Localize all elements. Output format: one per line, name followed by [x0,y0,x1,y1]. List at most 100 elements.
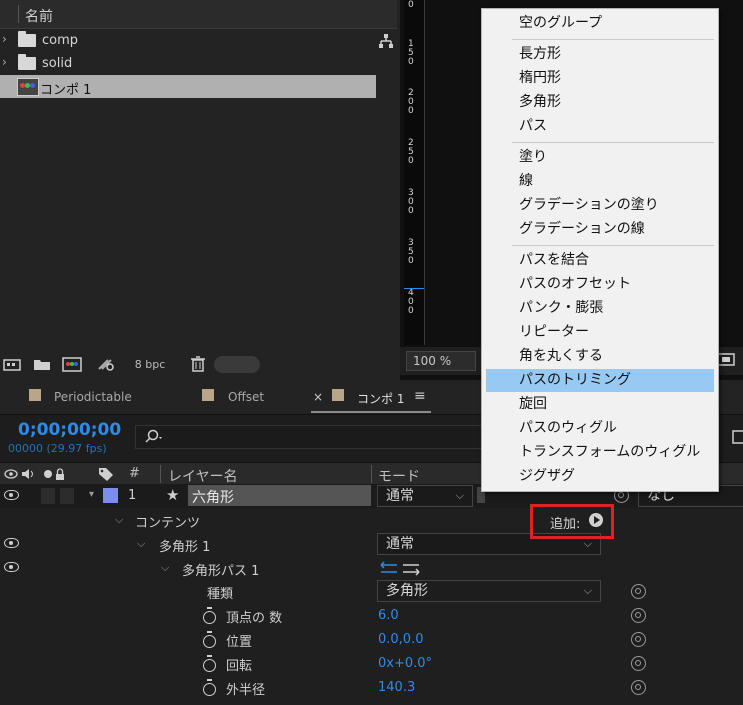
play-circle-icon [589,513,603,527]
stopwatch-icon[interactable] [203,607,216,624]
trash-icon[interactable] [188,356,208,372]
expression-pickwhip-icon[interactable] [631,608,646,623]
footer-scrollbar[interactable] [214,356,260,373]
type-dropdown[interactable]: 多角形 ⌵ [377,580,601,602]
menu-item-twist[interactable]: 旋回 [486,393,714,416]
project-column-header[interactable]: 名前 [0,0,397,29]
polystar-path-row[interactable]: ⌵ 多角形パス 1 [0,556,743,580]
menu-item-polystar[interactable]: 多角形 [486,91,714,114]
property-value[interactable]: 0x+0.0° [378,656,432,671]
visibility-eye-icon[interactable] [4,562,19,572]
lock-toggle[interactable] [60,488,74,504]
project-item-comp-folder[interactable]: › comp [0,29,376,52]
menu-item-path[interactable]: パス [486,115,714,138]
chevron-down-icon[interactable]: ⌵ [115,513,123,527]
tab-comp-1[interactable]: コンポ 1 [357,390,404,407]
stopwatch-icon[interactable] [203,631,216,648]
menu-item-rectangle[interactable]: 長方形 [486,43,714,66]
property-row-rotation[interactable]: 回転 0x+0.0° [0,652,743,676]
layer-index: 1 [128,488,137,503]
tab-menu-icon[interactable]: ≡ [414,388,426,404]
folder-icon [18,31,36,47]
bit-depth-button[interactable]: 8 bpc [126,357,174,373]
menu-item-repeater[interactable]: リピーター [486,321,714,344]
stopwatch-icon[interactable] [203,655,216,672]
label-tag-icon [99,468,113,481]
property-value[interactable]: 6.0 [378,608,399,623]
interpret-footage-icon[interactable] [2,356,22,372]
chevron-down-icon[interactable]: ▾ [89,489,94,500]
folder-icon [18,54,36,70]
menu-separator [512,245,714,246]
chevron-down-icon[interactable]: ⌵ [161,561,169,575]
project-item-comp-1[interactable]: コンポ 1 [0,75,376,98]
name-column-label: 名前 [25,9,53,25]
shape-star-icon: ★ [166,486,180,504]
tab-offset[interactable]: Offset [228,390,264,404]
menu-item-empty-group[interactable]: 空のグループ [486,12,714,35]
expression-pickwhip-icon[interactable] [631,680,646,695]
property-value[interactable]: 140.3 [378,680,415,695]
property-row-position[interactable]: 位置 0.0,0.0 [0,628,743,652]
tab-close-button[interactable]: × [313,390,323,404]
hierarchy-icon[interactable] [378,33,394,49]
mode-header[interactable]: モード [378,466,420,486]
expression-pickwhip-icon[interactable] [631,656,646,671]
menu-item-zig-zag[interactable]: ジグザグ [486,465,714,488]
solo-toggle[interactable] [41,488,55,504]
comp-flowchart-icon[interactable] [731,428,743,446]
menu-item-stroke[interactable]: 線 [486,170,714,193]
menu-item-gradient-stroke[interactable]: グラデーションの線 [486,218,714,241]
group-row[interactable]: ⌵ 多角形 1 通常 ⌵ [0,532,743,556]
new-composition-icon[interactable] [62,356,82,372]
menu-item-gradient-fill[interactable]: グラデーションの塗り [486,194,714,217]
menu-item-round-corners[interactable]: 角を丸くする [486,345,714,368]
menu-item-offset-paths[interactable]: パスのオフセット [486,273,714,296]
layer-mode-dropdown[interactable]: 通常 ⌵ [377,485,473,507]
menu-item-pucker-bloat[interactable]: パンク・膨張 [486,297,714,320]
property-row-type[interactable]: 種類 多角形 ⌵ [0,580,743,604]
property-row-outer-radius[interactable]: 外半径 140.3 [0,676,743,700]
menu-separator [512,39,714,40]
column-separator [160,465,161,483]
expression-pickwhip-icon[interactable] [631,632,646,647]
chevron-down-icon[interactable]: ⌵ [137,537,145,551]
menu-item-ellipse[interactable]: 楕円形 [486,67,714,90]
new-folder-icon[interactable] [32,356,52,372]
menu-item-trim-paths[interactable]: パスのトリミング [486,369,714,392]
chevron-right-icon[interactable]: › [2,32,7,46]
zoom-dropdown[interactable]: 100 % [406,351,476,371]
contents-row[interactable]: ⌵ コンテンツ [0,508,743,532]
expression-pickwhip-icon[interactable] [631,584,646,599]
layer-search-input[interactable] [135,425,482,449]
project-item-solid-folder[interactable]: › solid [0,52,376,75]
project-settings-icon[interactable] [96,356,116,372]
ruler-label: 3 0 0 [408,188,414,216]
type-value: 多角形 [386,583,428,599]
stopwatch-icon[interactable] [203,679,216,696]
add-context-menu: 空のグループ 長方形 楕円形 多角形 パス 塗り 線 グラデーションの塗り グラ… [481,8,719,492]
ruler-position-marker [404,288,424,289]
menu-item-wiggle-paths[interactable]: パスのウィグル [486,417,714,440]
column-separator [371,465,372,483]
menu-item-fill[interactable]: 塗り [486,146,714,169]
path-direction-icons[interactable] [380,560,422,576]
region-of-interest-icon[interactable] [717,352,735,368]
property-row-points[interactable]: 頂点の 数 6.0 [0,604,743,628]
add-contents-button[interactable]: 追加: [530,504,614,539]
project-item-name: コンポ 1 [40,83,92,98]
visibility-eye-icon[interactable] [4,538,19,548]
menu-item-wiggle-transform[interactable]: トランスフォームのウィグル [486,441,714,464]
visibility-eye-icon[interactable] [4,490,19,500]
property-row-cutoff [0,700,743,705]
contents-label: コンテンツ [135,516,201,531]
layer-name-field[interactable]: 六角形 [188,485,371,506]
layer-label-color[interactable] [103,488,118,503]
layer-name-header[interactable]: レイヤー名 [168,466,238,486]
property-label: 回転 [226,659,253,674]
menu-item-merge-paths[interactable]: パスを結合 [486,249,714,272]
current-time-display[interactable]: 0;00;00;00 [18,420,121,440]
property-value[interactable]: 0.0,0.0 [378,632,423,647]
chevron-right-icon[interactable]: › [2,55,7,69]
tab-periodictable[interactable]: Periodictable [54,390,132,404]
